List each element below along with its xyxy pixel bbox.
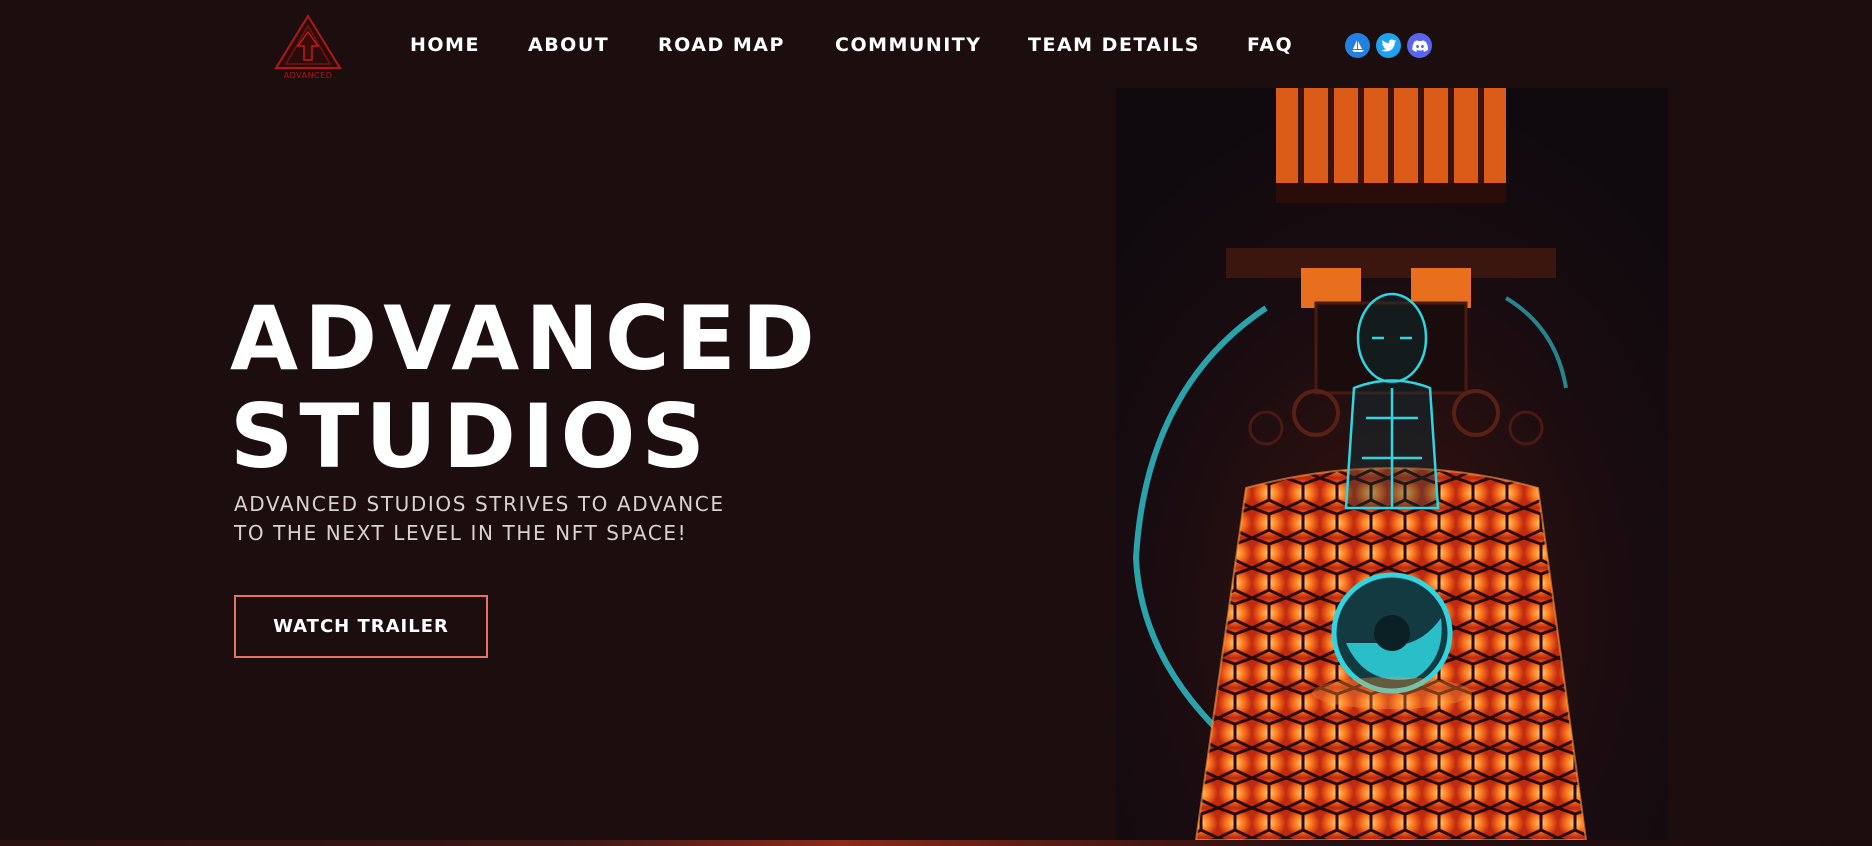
opensea-icon[interactable]	[1345, 33, 1370, 58]
top-navigation: ADVANCED HOME ABOUT ROAD MAP COMMUNITY T…	[0, 0, 1872, 90]
hero-title-line-1: ADVANCED	[230, 287, 821, 390]
hero-title-line-2: STUDIOS	[230, 385, 711, 488]
hero-nft-image	[1116, 88, 1668, 840]
nav-item-community[interactable]: COMMUNITY	[835, 30, 982, 60]
nav-item-home[interactable]: HOME	[410, 30, 480, 60]
hero-artwork	[1116, 88, 1668, 840]
hero-title: ADVANCED STUDIOS	[230, 290, 821, 486]
brand-logo[interactable]: ADVANCED	[272, 12, 344, 80]
next-section-edge	[0, 840, 1872, 846]
discord-icon[interactable]	[1407, 33, 1432, 58]
logo-triangle-icon	[274, 14, 342, 69]
hero-subtitle-line-2: TO THE NEXT LEVEL IN THE NFT SPACE!	[234, 521, 688, 545]
watch-trailer-button[interactable]: WATCH TRAILER	[234, 595, 488, 658]
hero-subtitle: ADVANCED STUDIOS STRIVES TO ADVANCE TO T…	[234, 490, 794, 548]
social-links	[1345, 33, 1432, 58]
nav-item-road-map[interactable]: ROAD MAP	[658, 30, 785, 60]
nav-item-faq[interactable]: FAQ	[1247, 30, 1293, 60]
nav-item-team-details[interactable]: TEAM DETAILS	[1028, 30, 1200, 60]
hero-subtitle-line-1: ADVANCED STUDIOS STRIVES TO ADVANCE	[234, 492, 725, 516]
logo-wordmark: ADVANCED	[283, 71, 333, 80]
twitter-icon[interactable]	[1376, 33, 1401, 58]
nav-item-about[interactable]: ABOUT	[528, 30, 609, 60]
